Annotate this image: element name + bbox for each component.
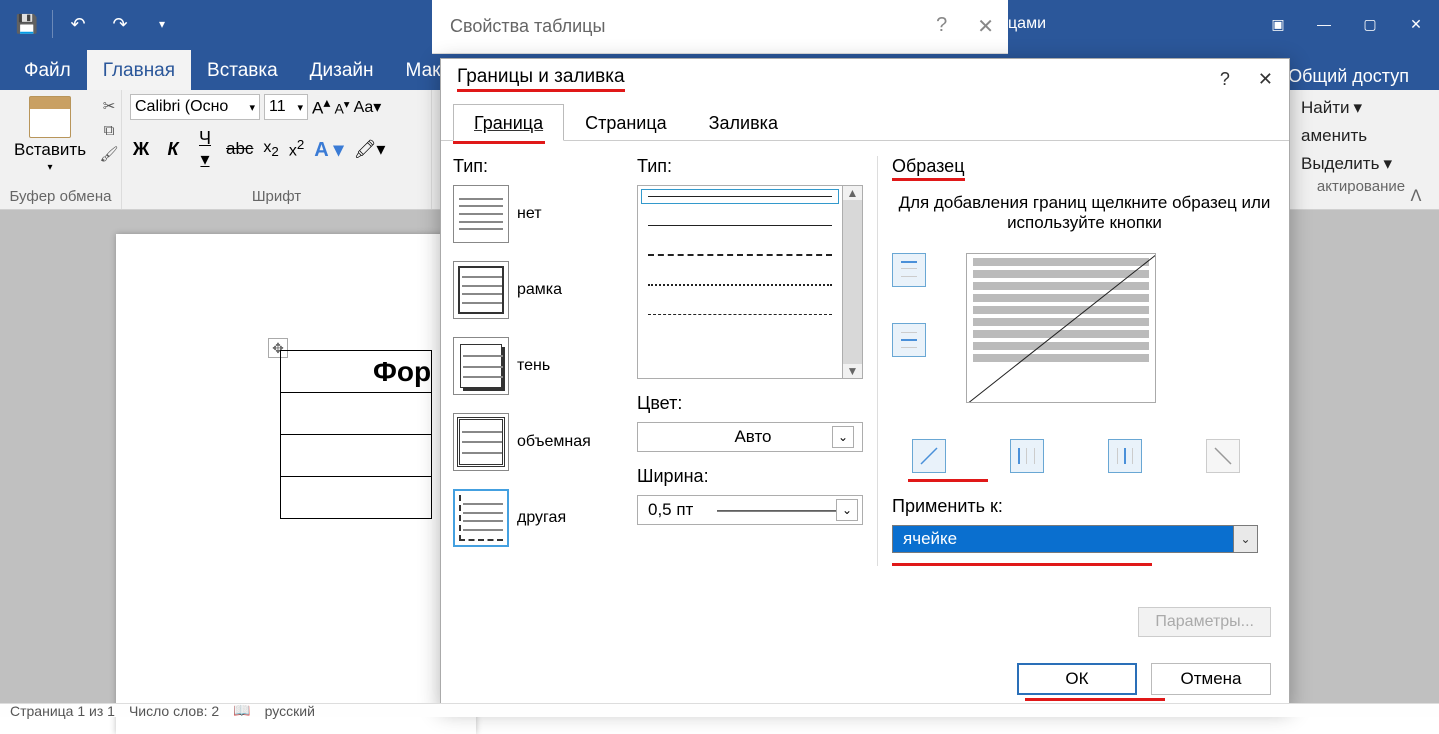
- ok-button[interactable]: ОК: [1017, 663, 1137, 695]
- preview-label: Образец: [892, 156, 1277, 181]
- options-button: Параметры...: [1138, 607, 1271, 637]
- cancel-button[interactable]: Отмена: [1151, 663, 1271, 695]
- style-column: Тип: ▲▼ Цвет: Авто⌄ Ширина: 0,5 пт —————…: [637, 156, 863, 566]
- redo-icon[interactable]: ↷: [103, 7, 137, 41]
- clipboard-icon: [29, 96, 71, 138]
- maximize-icon[interactable]: ▢: [1347, 0, 1393, 48]
- proofing-icon[interactable]: 📖: [233, 702, 250, 719]
- style-label: Тип:: [637, 156, 863, 177]
- ribbon-display-icon[interactable]: ▣: [1255, 0, 1301, 48]
- setting-none[interactable]: нет: [453, 185, 623, 243]
- border-middle-h-button[interactable]: [892, 323, 926, 357]
- strikethrough-button[interactable]: abc: [226, 139, 253, 159]
- copy-icon[interactable]: ⧉: [98, 120, 120, 140]
- text-effects-button[interactable]: A ▾: [314, 137, 343, 162]
- dialog-table-properties: Свойства таблицы ? ✕: [432, 0, 1008, 54]
- dialog-titlebar: Границы и заливка ? ✕: [441, 59, 1289, 99]
- table-cell[interactable]: [281, 393, 432, 435]
- setting-custom[interactable]: другая: [453, 489, 623, 547]
- find-button[interactable]: Найти ▾: [1301, 94, 1421, 122]
- save-icon[interactable]: 💾: [10, 7, 44, 41]
- bold-button[interactable]: Ж: [130, 139, 152, 160]
- subscript-button[interactable]: x2: [263, 139, 278, 159]
- style-scrollbar[interactable]: ▲▼: [842, 186, 862, 378]
- underline-button[interactable]: Ч ▾: [194, 128, 216, 170]
- cut-icon[interactable]: ✂: [98, 96, 120, 116]
- type-label: Тип:: [453, 156, 623, 177]
- select-button[interactable]: Выделить ▾: [1301, 150, 1421, 178]
- setting-column: Тип: нет рамка тень объемная другая: [453, 156, 623, 566]
- minimize-icon[interactable]: —: [1301, 0, 1347, 48]
- tab-shading[interactable]: Заливка: [688, 104, 799, 141]
- group-font: Calibri (Осно▾ 11▾ A▴ A▾ Aa▾ Ж К Ч ▾ abc…: [122, 90, 432, 209]
- setting-3d[interactable]: объемная: [453, 413, 623, 471]
- language[interactable]: русский: [265, 703, 315, 719]
- tab-design[interactable]: Дизайн: [294, 50, 390, 90]
- clipboard-group-label: Буфер обмена: [8, 188, 113, 207]
- tab-home[interactable]: Главная: [87, 50, 191, 90]
- color-combo[interactable]: Авто⌄: [637, 422, 863, 452]
- shrink-font-icon[interactable]: A▾: [334, 97, 349, 117]
- dialog-title: Границы и заливка: [457, 66, 625, 92]
- paste-label: Вставить: [14, 140, 86, 160]
- document-table[interactable]: Фор: [280, 350, 432, 519]
- border-middle-v-button[interactable]: [1108, 439, 1142, 473]
- tab-border[interactable]: Граница: [453, 104, 564, 141]
- border-left-button[interactable]: [1010, 439, 1044, 473]
- table-cell[interactable]: Фор: [281, 351, 432, 393]
- tab-file[interactable]: Файл: [8, 50, 87, 90]
- font-group-label: Шрифт: [130, 188, 423, 207]
- word-count[interactable]: Число слов: 2: [129, 703, 219, 719]
- format-painter-icon[interactable]: 🖌: [98, 144, 120, 164]
- close-icon[interactable]: ✕: [977, 14, 994, 39]
- setting-shadow[interactable]: тень: [453, 337, 623, 395]
- preview-column: Образец Для добавления границ щелкните о…: [877, 156, 1277, 566]
- table-cell[interactable]: [281, 435, 432, 477]
- border-diag-up-button[interactable]: [912, 439, 946, 473]
- group-clipboard: Вставить ▾ ✂ ⧉ 🖌 Буфер обмена: [0, 90, 122, 209]
- width-combo[interactable]: 0,5 пт ———————⌄: [637, 495, 863, 525]
- undo-icon[interactable]: ↶: [61, 7, 95, 41]
- help-icon[interactable]: ?: [1220, 69, 1230, 90]
- apply-to-label: Применить к:: [892, 496, 1277, 517]
- close-icon[interactable]: ✕: [1393, 0, 1439, 48]
- window-controls: ▣ — ▢ ✕: [1255, 0, 1439, 48]
- table-properties-title: Свойства таблицы: [450, 16, 605, 37]
- table-cell[interactable]: [281, 477, 432, 519]
- help-icon[interactable]: ?: [936, 14, 947, 39]
- grow-font-icon[interactable]: A▴: [312, 95, 330, 119]
- setting-box[interactable]: рамка: [453, 261, 623, 319]
- collapse-ribbon-icon[interactable]: ᐱ: [1401, 183, 1431, 209]
- border-top-button[interactable]: [892, 253, 926, 287]
- italic-button[interactable]: К: [162, 139, 184, 160]
- group-editing: Найти ▾ аменить Выделить ▾ актирование: [1301, 94, 1421, 197]
- font-name-combo[interactable]: Calibri (Осно▾: [130, 94, 260, 120]
- change-case-icon[interactable]: Aa▾: [354, 97, 382, 117]
- tab-insert[interactable]: Вставка: [191, 50, 294, 90]
- replace-button[interactable]: аменить: [1301, 122, 1421, 150]
- paste-button[interactable]: Вставить ▾: [8, 94, 92, 175]
- line-style-list[interactable]: ▲▼: [637, 185, 863, 379]
- apply-to-combo[interactable]: ячейке ⌄: [892, 525, 1258, 553]
- dialog-tabs: Граница Страница Заливка: [441, 103, 1289, 141]
- font-size-combo[interactable]: 11▾: [264, 94, 308, 120]
- tab-page-border[interactable]: Страница: [564, 104, 688, 141]
- preview-sample[interactable]: [966, 253, 1156, 403]
- status-bar: Страница 1 из 1 Число слов: 2 📖 русский: [0, 703, 1439, 717]
- page: ✥ Фор: [116, 234, 476, 734]
- page-count[interactable]: Страница 1 из 1: [10, 703, 115, 719]
- qat-dropdown-icon[interactable]: ▾: [145, 7, 179, 41]
- border-diag-down-button[interactable]: [1206, 439, 1240, 473]
- highlight-button[interactable]: 🖍▾: [354, 139, 386, 160]
- title-remnant: цами: [1008, 15, 1046, 33]
- width-label: Ширина:: [637, 466, 863, 487]
- close-icon[interactable]: ✕: [1258, 69, 1273, 90]
- quick-access-toolbar: 💾 ↶ ↷ ▾: [0, 7, 179, 41]
- color-label: Цвет:: [637, 393, 863, 414]
- superscript-button[interactable]: x2: [289, 137, 304, 160]
- preview-help-text: Для добавления границ щелкните образец и…: [892, 193, 1277, 233]
- dialog-borders-shading: Границы и заливка ? ✕ Граница Страница З…: [440, 58, 1290, 708]
